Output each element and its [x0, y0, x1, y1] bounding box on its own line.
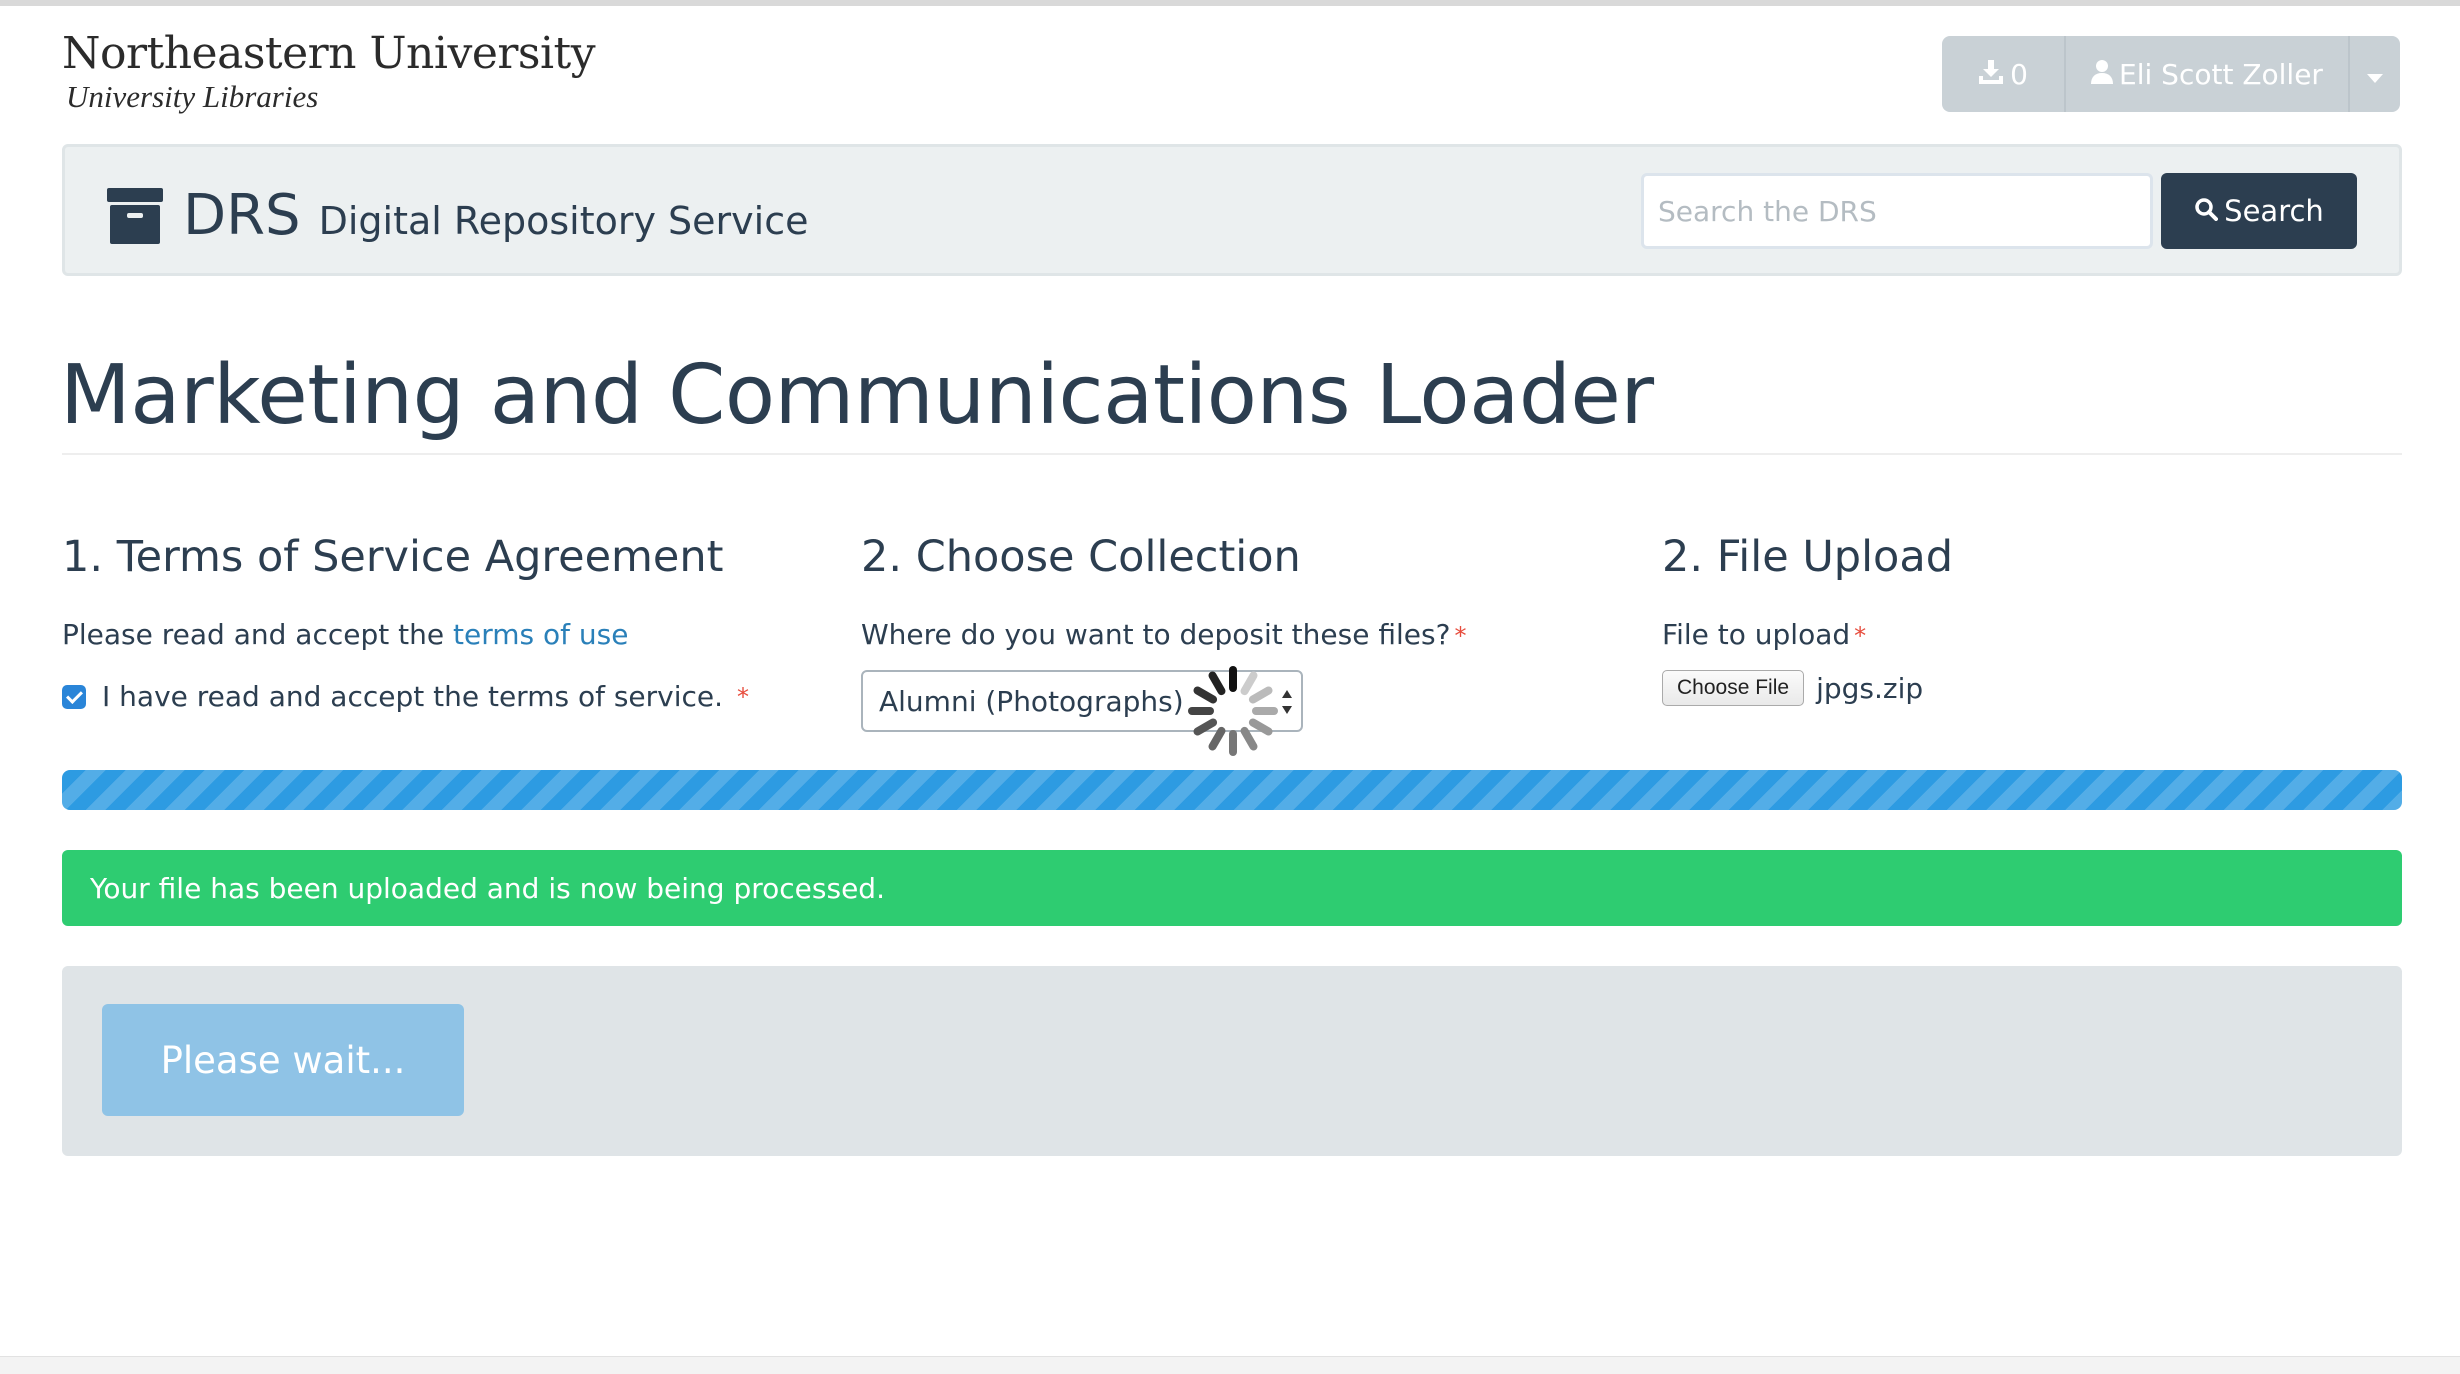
download-button[interactable]: 0	[1942, 36, 2066, 112]
upload-section: 2. File Upload File to upload * Choose Fi…	[1662, 524, 1953, 706]
search-input[interactable]	[1641, 173, 2153, 249]
terms-heading: 1. Terms of Service Agreement	[62, 532, 724, 582]
search-button[interactable]: Search	[2161, 173, 2357, 249]
download-count: 0	[2010, 57, 2028, 91]
file-input: Choose File jpgs.zip	[1662, 670, 1923, 706]
download-icon	[1978, 58, 2004, 91]
spinner-segment	[1188, 707, 1214, 715]
terms-lead-text: Please read and accept the	[62, 618, 453, 651]
page-title: Marketing and Communications Loader	[60, 348, 1654, 443]
collection-label-row: Where do you want to deposit these files…	[861, 618, 1466, 651]
terms-section: 1. Terms of Service Agreement Please rea…	[62, 524, 749, 713]
select-arrows-icon	[1281, 690, 1293, 714]
terms-accept-row: I have read and accept the terms of serv…	[62, 680, 749, 713]
form-actions-panel: Please wait...	[62, 966, 2402, 1156]
upload-label: File to upload	[1662, 618, 1851, 651]
collection-selected-value: Alumni (Photographs)	[879, 684, 1184, 718]
collection-label: Where do you want to deposit these files…	[861, 618, 1451, 651]
upload-label-row: File to upload *	[1662, 618, 1866, 651]
user-name: Eli Scott Zoller	[2119, 57, 2323, 91]
selected-file-name: jpgs.zip	[1816, 671, 1924, 705]
drs-header-bar: DRS Digital Repository Service Search	[62, 144, 2402, 276]
user-menu: 0 Eli Scott Zoller	[1942, 36, 2400, 112]
drs-subtitle: Digital Repository Service	[318, 199, 809, 243]
upload-progress-fill	[62, 770, 2402, 810]
terms-lead: Please read and accept the terms of use	[62, 618, 628, 651]
university-name: Northeastern University	[62, 28, 596, 79]
upload-heading: 2. File Upload	[1662, 532, 1953, 582]
user-account-button[interactable]: Eli Scott Zoller	[2066, 36, 2350, 112]
spinner-segment	[1207, 725, 1227, 752]
collection-section: 2. Choose Collection Where do you want t…	[861, 524, 1466, 732]
window-bottom-border	[0, 1356, 2460, 1374]
drs-home-link[interactable]: DRS Digital Repository Service	[107, 183, 808, 248]
user-icon	[2091, 58, 2114, 91]
terms-accept-label[interactable]: I have read and accept the terms of serv…	[102, 680, 723, 713]
success-alert: Your file has been uploaded and is now b…	[62, 850, 2402, 926]
search-icon	[2194, 194, 2219, 228]
spinner-segment	[1229, 666, 1237, 692]
archive-box-icon	[107, 187, 163, 244]
required-marker: *	[737, 682, 750, 711]
title-divider	[62, 453, 2402, 455]
caret-down-icon	[2367, 58, 2383, 91]
terms-accept-checkbox[interactable]	[62, 684, 86, 709]
user-dropdown-toggle[interactable]	[2350, 36, 2400, 112]
upload-progress-bar	[62, 770, 2402, 810]
drs-title: DRS	[183, 183, 301, 248]
success-alert-message: Your file has been uploaded and is now b…	[90, 871, 885, 905]
window-top-border	[0, 0, 2460, 6]
terms-of-use-link[interactable]: terms of use	[453, 618, 628, 651]
university-subtitle: University Libraries	[66, 79, 319, 114]
choose-file-button[interactable]: Choose File	[1662, 670, 1805, 706]
required-marker: *	[1454, 622, 1467, 650]
spinner-segment	[1252, 707, 1278, 715]
loading-spinner-icon	[1188, 666, 1278, 756]
search-button-label: Search	[2224, 194, 2324, 228]
collection-heading: 2. Choose Collection	[861, 532, 1301, 582]
university-brand[interactable]: Northeastern University University Libra…	[62, 28, 596, 114]
required-marker: *	[1854, 622, 1867, 650]
spinner-segment	[1247, 685, 1274, 705]
submit-button-disabled[interactable]: Please wait...	[102, 1004, 464, 1116]
spinner-segment	[1229, 730, 1237, 756]
